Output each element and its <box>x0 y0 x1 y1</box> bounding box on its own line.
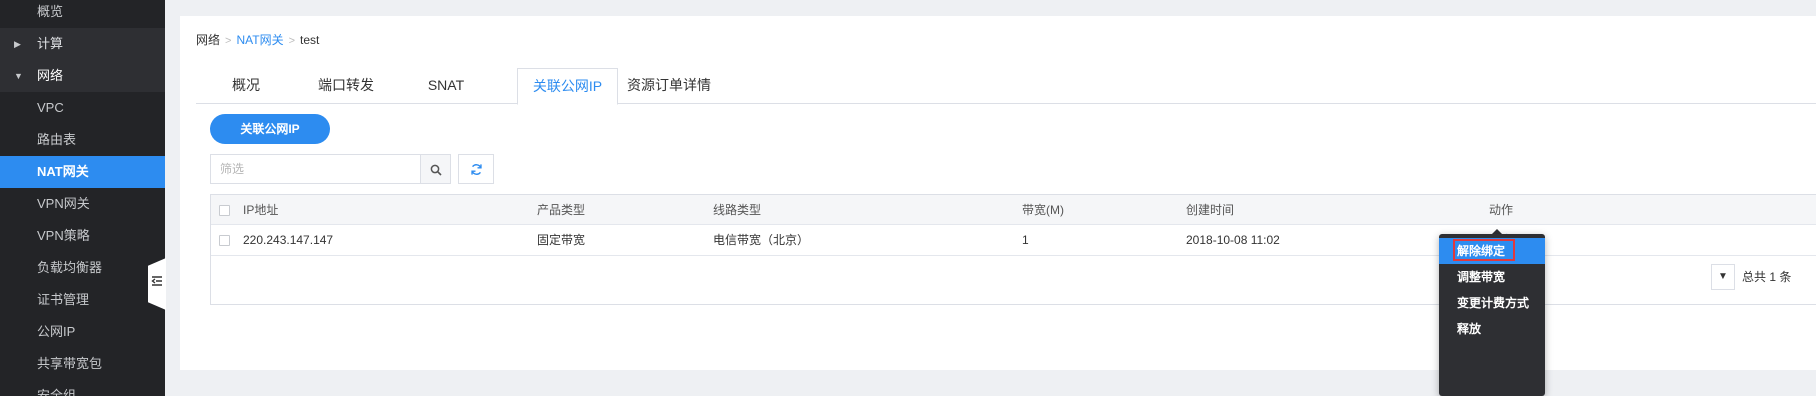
column-header-bandwidth: 带宽(M) <box>1022 203 1064 217</box>
breadcrumb-network[interactable]: 网络 <box>196 33 220 47</box>
breadcrumb-separator: > <box>288 35 296 47</box>
sidebar-item-vpn-gateway[interactable]: VPN网关 <box>0 188 165 220</box>
caret-down-icon: ▼ <box>14 71 23 81</box>
table-row: 220.243.147.147 固定带宽 电信带宽（北京） 1 2018-10-… <box>211 225 1816 256</box>
search-icon <box>430 161 442 176</box>
sidebar-item-overview[interactable]: 概览 <box>0 0 165 28</box>
sidebar-item-label: 公网IP <box>37 324 76 339</box>
pagination-total: 总共 1 条 <box>1742 270 1792 284</box>
sidebar-item-label: VPN策略 <box>37 228 90 243</box>
sidebar-item-label: 计算 <box>37 36 64 51</box>
column-header-created: 创建时间 <box>1186 203 1235 217</box>
sidebar-item-label: 路由表 <box>37 132 77 147</box>
highlight-box <box>1453 239 1515 261</box>
sidebar-item-label: 共享带宽包 <box>37 356 103 371</box>
breadcrumb-current: test <box>300 33 320 47</box>
tab-label: 资源订单详情 <box>627 77 711 93</box>
sidebar-item-label: VPN网关 <box>37 196 90 211</box>
caret-right-icon: ▶ <box>14 39 21 49</box>
main-panel: 网络 > NAT网关 > test 概况 端口转发 SNAT 关联公网IP 资源订单详情… <box>180 16 1816 370</box>
sidebar: 概览 ▶ 计算 ▼ 网络 VPC 路由表 NAT网关 VPN网关 VPN策略 负载均… <box>0 0 165 396</box>
column-header-line-type: 线路类型 <box>713 203 762 217</box>
table-header: IP地址 产品类型 线路类型 带宽(M) 创建时间 动作 <box>211 195 1816 225</box>
tab-label: 关联公网IP <box>532 78 603 94</box>
collapse-icon <box>151 274 163 290</box>
cell-bandwidth: 1 <box>1022 233 1029 247</box>
dropdown-arrow-icon: ▼ <box>1718 271 1728 282</box>
sidebar-item-load-balancer[interactable]: 负载均衡器 <box>0 252 165 284</box>
breadcrumb-separator: > <box>225 35 232 47</box>
tab-associated-public-ip[interactable]: 关联公网IP <box>517 68 618 105</box>
sidebar-item-label: 概览 <box>37 4 64 19</box>
menu-item-adjust-bandwidth[interactable]: 调整带宽 <box>1439 264 1545 290</box>
sidebar-item-label: 安全组 <box>37 388 77 396</box>
menu-item-release[interactable]: 释放 <box>1439 316 1545 342</box>
public-ip-table: IP地址 产品类型 线路类型 带宽(M) 创建时间 动作 220.243.147… <box>210 194 1816 305</box>
sidebar-item-compute[interactable]: ▶ 计算 <box>0 28 165 60</box>
refresh-icon <box>470 160 483 177</box>
column-header-ip: IP地址 <box>243 203 279 217</box>
select-all-checkbox[interactable] <box>219 205 230 216</box>
breadcrumb: 网络 > NAT网关 > test <box>196 31 319 48</box>
row-checkbox[interactable] <box>219 235 230 246</box>
menu-item-label: 释放 <box>1457 322 1482 336</box>
search-button[interactable] <box>420 154 451 184</box>
tab-port-forwarding[interactable]: 端口转发 <box>296 68 396 104</box>
sidebar-item-nat-gateway[interactable]: NAT网关 <box>0 156 165 188</box>
cell-ip: 220.243.147.147 <box>243 233 334 247</box>
filter-input[interactable] <box>210 154 421 184</box>
refresh-button[interactable] <box>458 154 494 184</box>
sidebar-item-vpc[interactable]: VPC <box>0 92 165 124</box>
tab-overview[interactable]: 概况 <box>196 68 296 104</box>
more-actions-menu: 解除绑定 调整带宽 变更计费方式 释放 <box>1439 234 1545 396</box>
sidebar-item-vpn-policy[interactable]: VPN策略 <box>0 220 165 252</box>
menu-item-change-billing[interactable]: 变更计费方式 <box>1439 290 1545 316</box>
tab-label: 概况 <box>232 77 260 93</box>
sidebar-item-public-ip[interactable]: 公网IP <box>0 316 165 348</box>
cell-line-type: 电信带宽（北京） <box>713 233 810 247</box>
column-header-product-type: 产品类型 <box>537 203 586 217</box>
menu-item-label: 变更计费方式 <box>1457 296 1530 310</box>
tab-label: SNAT <box>427 77 465 93</box>
sidebar-item-network[interactable]: ▼ 网络 <box>0 60 165 92</box>
sidebar-item-label: 网络 <box>37 68 64 83</box>
cell-created: 2018-10-08 11:02 <box>1186 233 1280 247</box>
sidebar-item-security-group[interactable]: 安全组 <box>0 380 165 396</box>
sidebar-item-route-table[interactable]: 路由表 <box>0 124 165 156</box>
sidebar-item-certificates[interactable]: 证书管理 <box>0 284 165 316</box>
page-size-select[interactable]: ▼ <box>1711 264 1735 290</box>
sidebar-item-label: NAT网关 <box>37 164 89 179</box>
sidebar-item-label: VPC <box>37 100 64 115</box>
column-header-action: 动作 <box>1489 203 1514 217</box>
sidebar-item-label: 负载均衡器 <box>37 260 103 275</box>
menu-item-label: 调整带宽 <box>1457 270 1506 284</box>
breadcrumb-nat-gateway[interactable]: NAT网关 <box>236 33 283 47</box>
sidebar-item-label: 证书管理 <box>37 292 90 307</box>
cell-product-type: 固定带宽 <box>537 233 586 247</box>
tab-label: 端口转发 <box>318 77 374 93</box>
tab-resource-order-details[interactable]: 资源订单详情 <box>618 68 720 104</box>
bind-public-ip-button[interactable]: 关联公网IP <box>210 114 330 144</box>
tab-bar: 概况 端口转发 SNAT 关联公网IP 资源订单详情 <box>196 68 1816 105</box>
tab-snat[interactable]: SNAT <box>396 68 496 104</box>
sidebar-item-shared-bandwidth[interactable]: 共享带宽包 <box>0 348 165 380</box>
